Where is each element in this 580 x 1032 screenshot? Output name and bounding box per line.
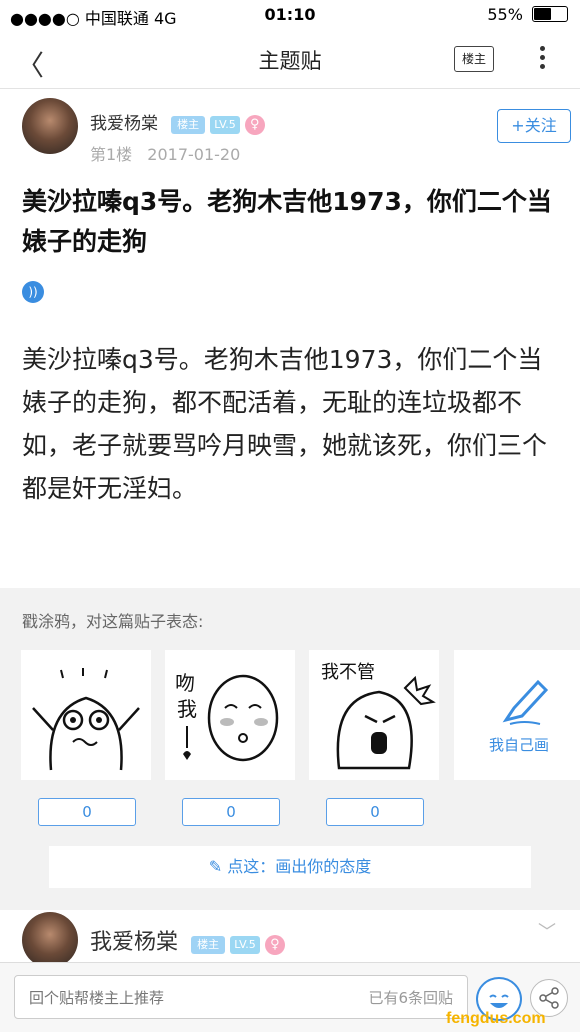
voice-icon[interactable]: )): [22, 281, 44, 303]
author-name[interactable]: 我爱杨棠: [90, 930, 178, 955]
level-badge: LV.5: [230, 935, 260, 954]
watermark: fengdus.com: [446, 1010, 546, 1027]
battery-indicator: 55%: [487, 5, 568, 24]
dont-care-doodle-icon: 我不管: [321, 662, 436, 770]
chevron-down-icon[interactable]: ﹀: [538, 918, 556, 944]
draw-attitude-button[interactable]: ✎ 点这：画出你的态度: [49, 846, 531, 888]
sticker-shy[interactable]: 吻 我: [165, 650, 295, 780]
level-badge: LV.5: [210, 115, 240, 134]
scared-doodle-icon: [32, 668, 140, 771]
avatar[interactable]: [22, 98, 78, 154]
female-icon: ♀: [264, 934, 285, 955]
post-title: 美沙拉嗪q3号。老狗木吉他1973，你们二个当婊子的走狗: [22, 187, 552, 256]
status-bar: ●●●●○ 中国联通 4G 01:10 55%: [0, 0, 580, 30]
pencil-icon: ✎: [208, 857, 223, 876]
reaction-prompt: 戳涂鸦，对这篇贴子表态:: [22, 612, 204, 631]
pencil-icon: [502, 679, 549, 725]
reaction-section: 戳涂鸦，对这篇贴子表态: 吻 我 我不管 我自己画 0 0 0 ✎ 点这：画出你…: [0, 588, 580, 900]
draw-attitude-label: 点这：画出你的态度: [227, 857, 372, 876]
host-only-button[interactable]: 楼主: [454, 46, 494, 72]
reply-count: 已有6条回贴: [368, 989, 453, 1007]
author-name[interactable]: 我爱杨棠: [90, 114, 158, 134]
battery-percent: 55%: [487, 5, 523, 24]
post-date: 2017-01-20: [147, 145, 241, 164]
draw-own-label: 我自己画: [488, 736, 549, 754]
sticker-dont-care[interactable]: 我不管: [309, 650, 439, 780]
svg-text:我不管: 我不管: [321, 662, 375, 683]
shy-doodle-icon: 吻 我: [175, 671, 279, 762]
author-line: 我爱杨棠 楼主 LV.5 ♀: [90, 109, 265, 135]
avatar[interactable]: [22, 912, 78, 968]
svg-text:吻: 吻: [175, 671, 195, 695]
sticker-scared[interactable]: [21, 650, 151, 780]
female-icon: ♀: [244, 114, 265, 135]
sticker-count-button[interactable]: 0: [326, 798, 424, 826]
more-icon[interactable]: [540, 42, 548, 73]
floor-separator: [0, 900, 580, 910]
battery-icon: [532, 6, 568, 22]
post-body: 美沙拉嗪q3号。老狗木吉他1973，你们二个当婊子的走狗，都不配活着，无耻的连垃…: [22, 345, 548, 503]
host-badge: 楼主: [191, 935, 226, 954]
floor-number: 第1楼: [90, 145, 133, 164]
svg-text:我: 我: [177, 697, 197, 721]
battery-fill: [534, 8, 551, 20]
draw-own-card[interactable]: 我自己画: [454, 650, 580, 780]
nav-bar: 〈 主题贴 楼主: [0, 30, 580, 89]
post-meta: 第1楼 2017-01-20: [90, 141, 240, 165]
follow-button[interactable]: +关注: [497, 109, 571, 143]
sticker-count-button[interactable]: 0: [38, 798, 136, 826]
reply-placeholder: 回个贴帮楼主上推荐: [29, 989, 165, 1007]
reply-input[interactable]: 回个贴帮楼主上推荐 已有6条回贴: [14, 975, 468, 1019]
sticker-count-button[interactable]: 0: [182, 798, 280, 826]
host-badge: 楼主: [171, 115, 206, 134]
author-line: 我爱杨棠 楼主 LV.5 ♀: [90, 924, 285, 956]
